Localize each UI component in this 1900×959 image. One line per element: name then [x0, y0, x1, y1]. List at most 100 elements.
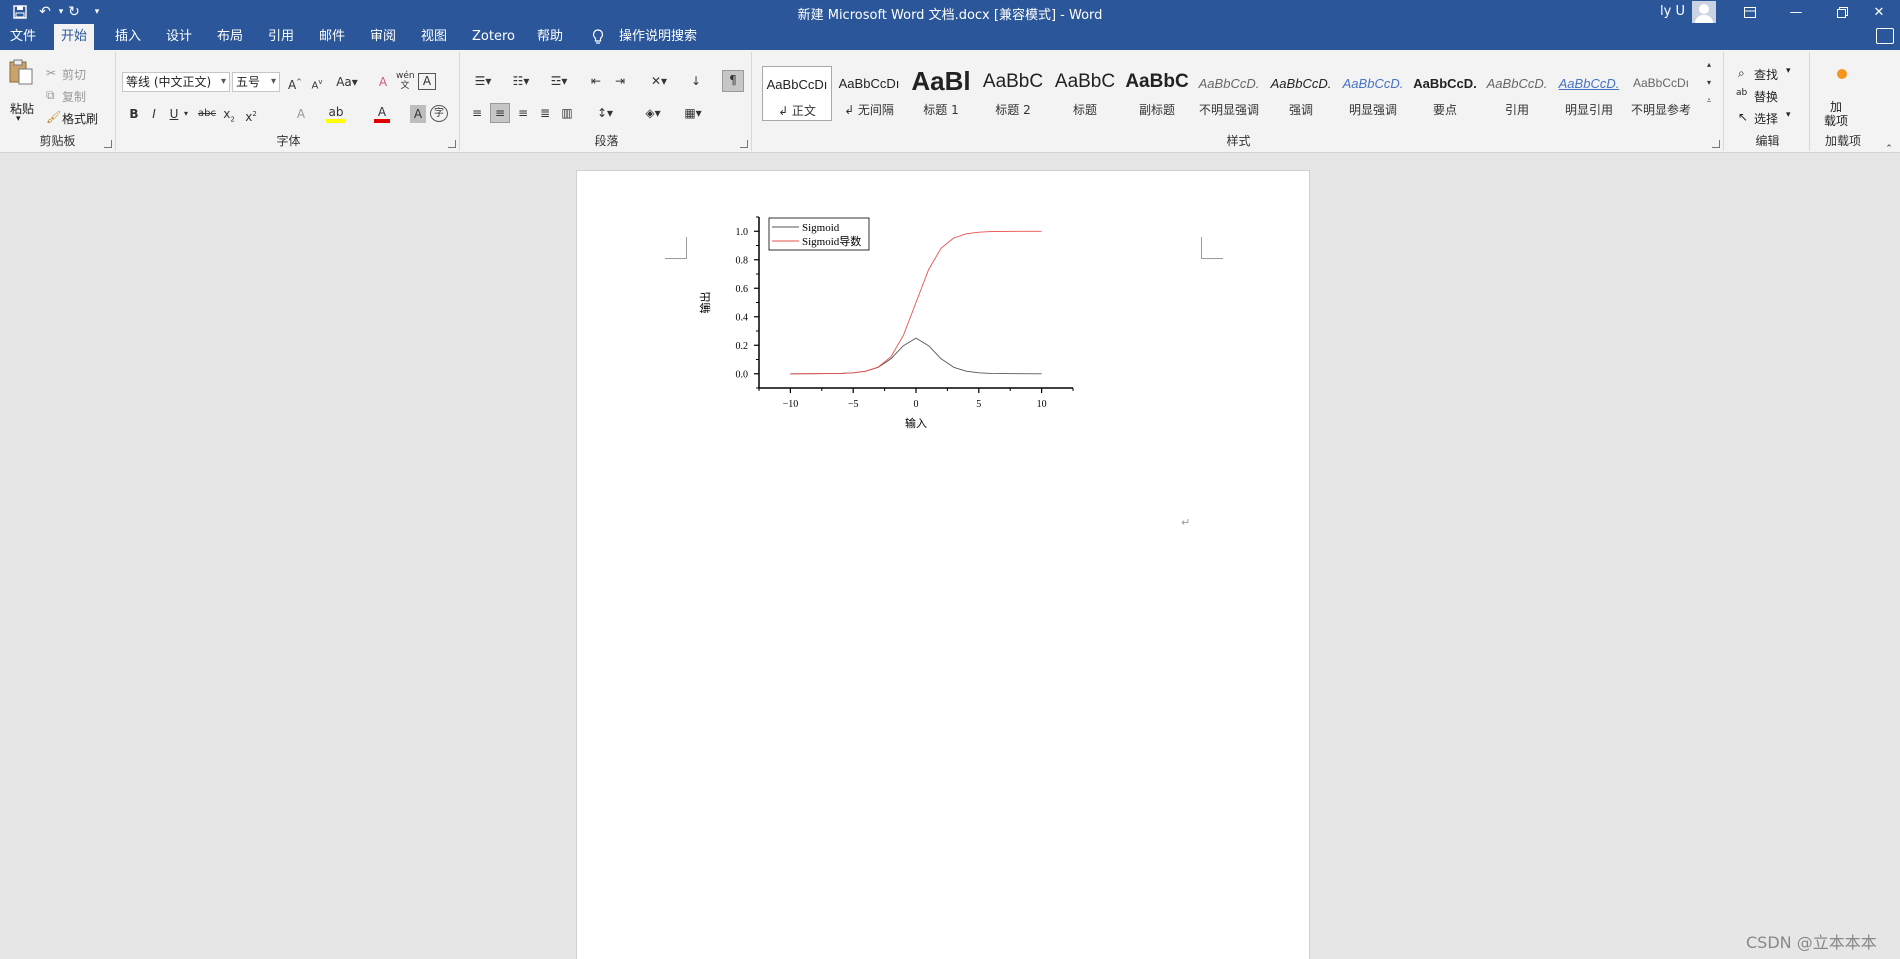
style-name: 不明显强调	[1198, 103, 1259, 117]
justify-icon[interactable]: ≣	[536, 104, 554, 122]
font-size-combo[interactable]: 五号	[232, 72, 280, 92]
tab-design[interactable]: 设计	[159, 24, 199, 50]
style-subtle-emphasis[interactable]: AaBbCcD. 不明显强调	[1194, 66, 1264, 121]
style-subtle-reference[interactable]: AaBbCcDı 不明显参考	[1626, 66, 1696, 121]
align-left-icon[interactable]: ≡	[468, 104, 486, 122]
tab-mailings[interactable]: 邮件	[312, 24, 352, 50]
phonetic-guide-icon[interactable]: wén 文	[396, 71, 415, 91]
paste-dropdown-icon[interactable]: ▾	[16, 114, 21, 124]
italic-icon[interactable]: I	[146, 105, 162, 123]
subscript-icon[interactable]: x2	[220, 105, 238, 128]
style-intense-quote[interactable]: AaBbCcD. 明显引用	[1554, 66, 1624, 121]
decrease-indent-icon[interactable]: ⇤	[586, 72, 606, 90]
style-subtitle[interactable]: AaBbC 副标题	[1122, 66, 1192, 121]
bold-icon[interactable]: B	[126, 105, 142, 123]
paragraph-launcher-icon[interactable]	[740, 140, 748, 148]
x-tick-label: 0	[914, 399, 919, 410]
bullets-icon[interactable]: ☰▾	[468, 72, 498, 90]
sort-icon[interactable]: ↓	[686, 72, 706, 90]
addins-group: 加 载项 加载项	[1812, 52, 1874, 151]
shrink-font-icon[interactable]: Av	[308, 73, 326, 95]
select-button[interactable]: 选择	[1754, 110, 1778, 127]
copy-button[interactable]: 复制	[62, 88, 86, 105]
increase-indent-icon[interactable]: ⇥	[610, 72, 630, 90]
font-name-combo[interactable]: 等线 (中文正文)	[122, 72, 230, 92]
copy-icon[interactable]: ⧉	[46, 88, 55, 103]
style-quote[interactable]: AaBbCcD. 引用	[1482, 66, 1552, 121]
highlight-color-icon[interactable]: ab	[326, 105, 346, 123]
align-center-icon[interactable]: ≡	[490, 103, 510, 123]
numbering-icon[interactable]: ☷▾	[506, 72, 536, 90]
replace-button[interactable]: 替换	[1754, 88, 1778, 105]
align-right-icon[interactable]: ≡	[514, 104, 532, 122]
font-color-icon[interactable]: A	[374, 105, 390, 123]
paste-button[interactable]: 粘贴	[10, 100, 34, 117]
tab-file[interactable]: 文件	[3, 24, 43, 50]
font-launcher-icon[interactable]	[448, 140, 456, 148]
text-effects-icon[interactable]: A	[292, 105, 310, 123]
vertical-scrollbar[interactable]	[1884, 153, 1900, 959]
clear-formatting-icon[interactable]: A	[374, 73, 392, 91]
underline-dropdown-icon[interactable]: ▾	[180, 105, 192, 123]
y-tick-label: 0.8	[736, 255, 749, 266]
select-icon[interactable]: ↖	[1738, 110, 1748, 124]
y-axis-label: 输出	[698, 292, 712, 314]
close-icon[interactable]: ✕	[1856, 0, 1900, 24]
y-tick-label: 0.0	[736, 369, 749, 380]
sigmoid-chart[interactable]: −10 −5 0 5 10 0.0 0.2 0.4 0.6 0.8 1.0 输入 输出 SigmoidS…	[577, 171, 1311, 531]
select-dropdown-icon[interactable]: ▾	[1786, 110, 1791, 120]
style-emphasis[interactable]: AaBbCcD. 强调	[1266, 66, 1336, 121]
find-icon[interactable]: ⌕	[1738, 66, 1745, 81]
cut-icon[interactable]: ✂	[46, 66, 56, 80]
distributed-icon[interactable]: ▥	[558, 104, 576, 122]
style-preview: AaBbCcDı	[1632, 76, 1690, 90]
strikethrough-icon[interactable]: abc	[196, 105, 218, 123]
minimize-icon[interactable]: —	[1773, 0, 1819, 24]
character-border-icon[interactable]: A	[418, 73, 436, 90]
style-normal[interactable]: AaBbCcDı ↲ 正文	[762, 66, 832, 121]
tab-view[interactable]: 视图	[414, 24, 454, 50]
tab-insert[interactable]: 插入	[108, 24, 148, 50]
style-no-spacing[interactable]: AaBbCcDı ↲ 无间隔	[834, 66, 904, 121]
find-dropdown-icon[interactable]: ▾	[1786, 66, 1791, 76]
tab-help[interactable]: 帮助	[530, 24, 570, 50]
tab-references[interactable]: 引用	[261, 24, 301, 50]
multilevel-list-icon[interactable]: ☲▾	[544, 72, 574, 90]
grow-font-icon[interactable]: A^	[286, 73, 304, 94]
style-strong[interactable]: AaBbCcD. 要点	[1410, 66, 1480, 121]
style-heading-2[interactable]: AaBbC 标题 2	[978, 66, 1048, 121]
clipboard-launcher-icon[interactable]	[104, 140, 112, 148]
addins-icon[interactable]	[1834, 66, 1850, 82]
paste-icon[interactable]	[8, 58, 34, 86]
tell-me-search[interactable]: 操作说明搜索	[619, 24, 697, 50]
enclose-characters-icon[interactable]: 字	[430, 105, 448, 122]
document-page[interactable]: −10 −5 0 5 10 0.0 0.2 0.4 0.6 0.8 1.0 输入 输出 Sigmoid S…	[576, 170, 1310, 959]
format-painter-button[interactable]: 格式刷	[62, 110, 98, 127]
shading-icon[interactable]: ◈▾	[638, 104, 668, 122]
replace-icon[interactable]: ab	[1736, 88, 1747, 98]
addins-button[interactable]: 加 载项	[1824, 100, 1848, 128]
ribbon-display-options-icon[interactable]	[1727, 0, 1773, 24]
tab-zotero[interactable]: Zotero	[465, 24, 522, 50]
borders-icon[interactable]: ▦▾	[678, 104, 708, 122]
comments-icon[interactable]	[1876, 28, 1894, 44]
user-name[interactable]: ly U	[1660, 4, 1685, 19]
chinese-layout-icon[interactable]: ✕▾	[644, 72, 674, 90]
format-painter-icon[interactable]: 🖌	[46, 110, 61, 124]
style-intense-emphasis[interactable]: AaBbCcD. 明显强调	[1338, 66, 1408, 121]
tab-layout[interactable]: 布局	[210, 24, 250, 50]
superscript-icon[interactable]: x2	[242, 105, 260, 126]
find-button[interactable]: 查找	[1754, 66, 1778, 83]
tab-review[interactable]: 审阅	[363, 24, 403, 50]
y-tick-label: 1.0	[736, 227, 749, 238]
line-spacing-icon[interactable]: ↕▾	[590, 104, 620, 122]
style-heading-1[interactable]: AaBl 标题 1	[906, 66, 976, 121]
styles-launcher-icon[interactable]	[1712, 140, 1720, 148]
show-marks-icon[interactable]: ¶	[722, 70, 744, 92]
change-case-icon[interactable]: Aa▾	[332, 73, 362, 91]
avatar[interactable]	[1692, 1, 1716, 23]
character-shading-icon[interactable]: A	[410, 105, 426, 123]
style-title[interactable]: AaBbC 标题	[1050, 66, 1120, 121]
cut-button[interactable]: 剪切	[62, 66, 86, 83]
tab-home[interactable]: 开始	[54, 24, 95, 50]
